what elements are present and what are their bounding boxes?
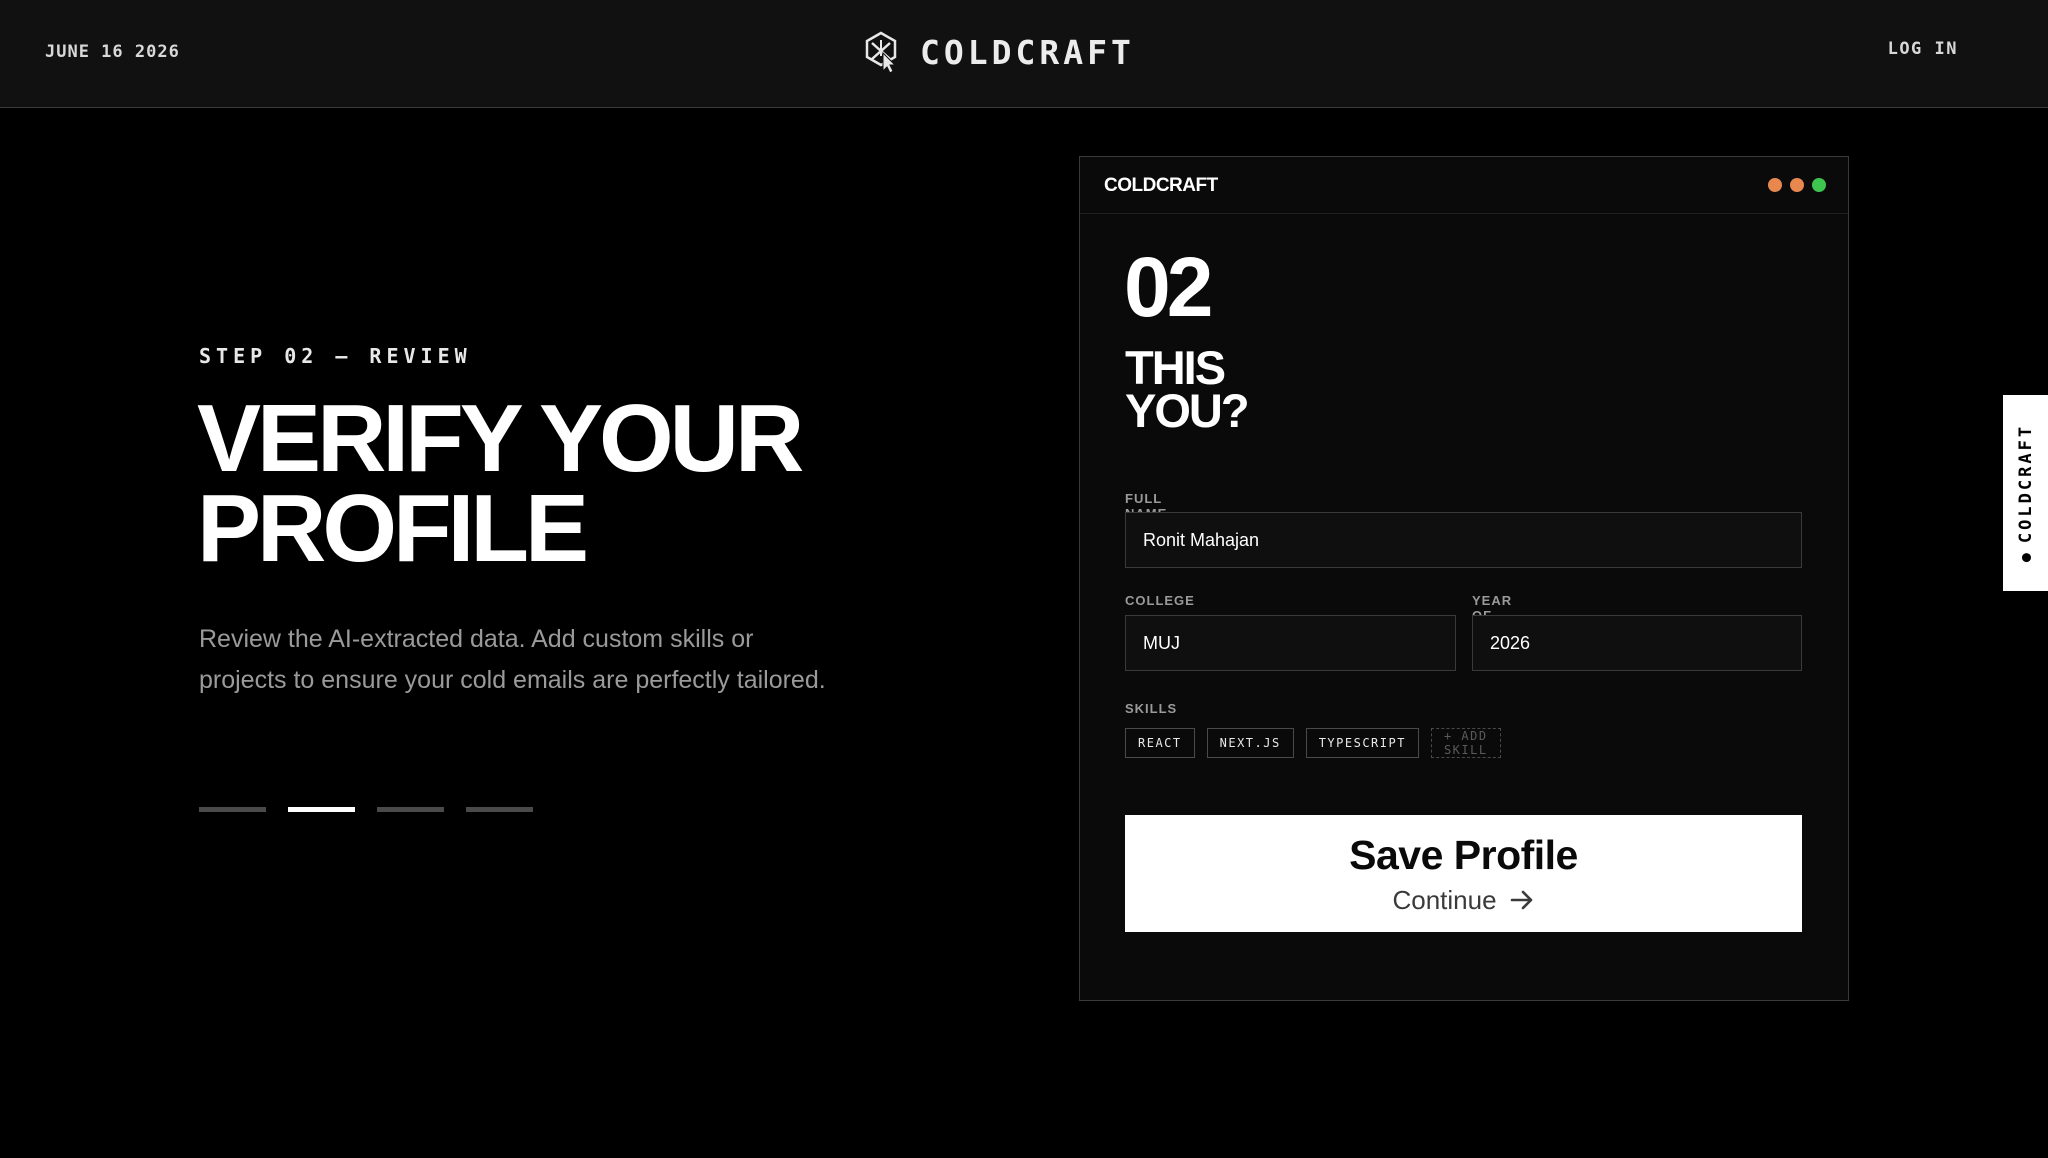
card-step-number: 02: [1124, 240, 1213, 334]
side-tab-dot-icon: [2021, 553, 2030, 563]
window-dot-3[interactable]: [1812, 178, 1826, 192]
card-question-line-1: THIS: [1125, 341, 1226, 394]
page-title: VERIFY YOUR PROFILE: [197, 385, 897, 582]
coldcraft-logo-icon: [865, 31, 897, 74]
continue-label: Continue: [1392, 884, 1497, 915]
progress-step-4: [466, 807, 533, 812]
add-skill-button[interactable]: + ADD SKILL: [1430, 728, 1501, 758]
skills-label: SKILLS: [1125, 701, 1178, 716]
side-tab-inner: COLDCRAFT: [2015, 423, 2036, 563]
page-description: Review the AI-extracted data. Add custom…: [199, 625, 826, 694]
brand-name: COLDCRAFT: [920, 32, 1135, 72]
skill-chip[interactable]: TYPESCRIPT: [1305, 728, 1419, 758]
side-feedback-tab[interactable]: COLDCRAFT: [2003, 395, 2048, 591]
window-controls: [1768, 178, 1826, 192]
save-profile-label: Save Profile: [1349, 831, 1578, 878]
progress-step-2: [288, 807, 355, 812]
card-question: THIS YOU?: [1125, 341, 1250, 437]
window-dot-2[interactable]: [1790, 178, 1804, 192]
skill-chip[interactable]: NEXT.JS: [1206, 728, 1294, 758]
card-brand: COLDCRAFT: [1104, 175, 1218, 196]
side-tab-label: COLDCRAFT: [2015, 423, 2036, 544]
card-question-line-2: YOU?: [1125, 384, 1250, 437]
skill-chip[interactable]: REACT: [1125, 728, 1195, 758]
page-title-line-2: PROFILE: [197, 475, 589, 582]
continue-row: Continue: [1392, 885, 1534, 916]
step-progress-indicator: [199, 807, 533, 812]
page-title-line-1: VERIFY YOUR: [197, 385, 804, 492]
arrow-right-icon: [1510, 890, 1532, 910]
top-bar: JUNE 16 2026 COLDCRAFT LOG IN: [0, 0, 2048, 108]
college-label: COLLEGE: [1125, 593, 1195, 608]
brand-logo-link[interactable]: COLDCRAFT: [862, 30, 1135, 74]
progress-step-3: [377, 807, 444, 812]
page: JUNE 16 2026 COLDCRAFT LOG IN STEP 02 — …: [0, 0, 2048, 1158]
skills-list: REACT NEXT.JS TYPESCRIPT + ADD SKILL: [1125, 728, 1501, 758]
progress-step-1: [199, 807, 266, 812]
save-profile-button[interactable]: Save Profile Continue: [1125, 815, 1802, 932]
step-label: STEP 02 — REVIEW: [199, 344, 472, 368]
full-name-input[interactable]: Ronit Mahajan: [1125, 512, 1802, 568]
college-input[interactable]: MUJ: [1125, 615, 1456, 671]
login-link[interactable]: LOG IN: [1888, 39, 1958, 59]
card-header: COLDCRAFT: [1080, 157, 1848, 214]
year-of-study-input[interactable]: 2026: [1472, 615, 1802, 671]
header-date: JUNE 16 2026: [45, 42, 180, 62]
window-dot-1[interactable]: [1768, 178, 1782, 192]
